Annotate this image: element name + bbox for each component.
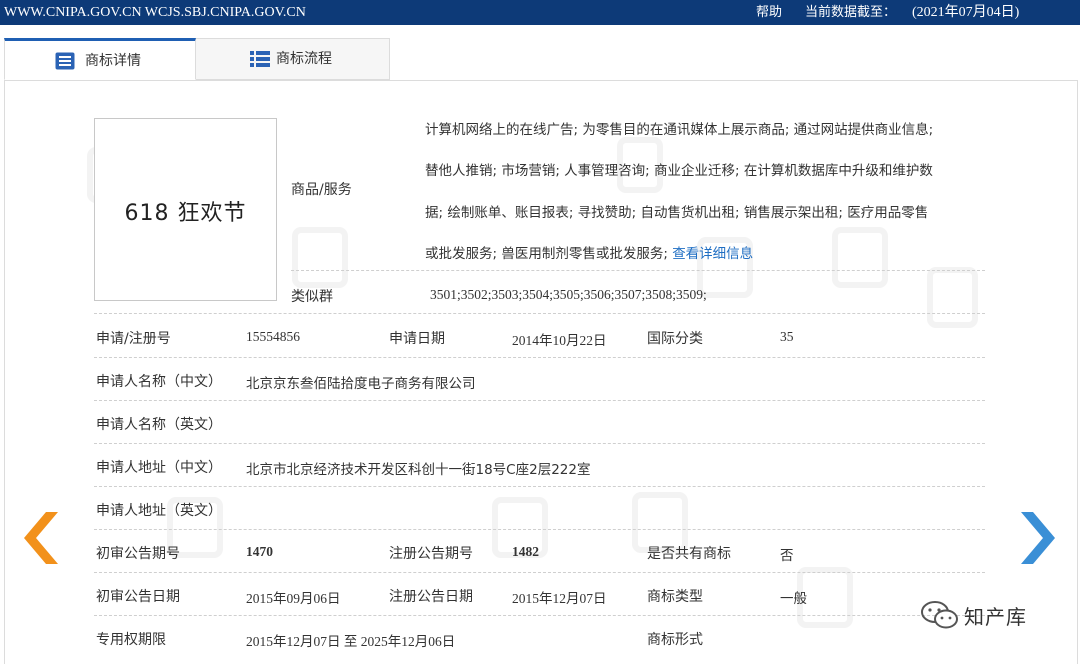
address-cn-value: 北京市北京经济技术开发区科创十一街18号C座2层222室 [246,462,591,478]
goods-line: 或批发服务; 兽医用制剂零售或批发服务; 查看详细信息 [425,242,753,262]
mark-type-label: 商标类型 [647,589,703,605]
previous-record-arrow-icon[interactable] [24,512,60,564]
intl-class-label: 国际分类 [647,331,703,347]
exclusive-period-label: 专用权期限 [96,632,166,648]
list-document-icon [55,52,75,70]
app-date-value: 2014年10月22日 [512,333,607,348]
applicant-en-label: 申请人名称（英文） [96,417,222,433]
divider [94,443,985,444]
app-date-label: 申请日期 [389,331,445,347]
list-icon [250,51,270,67]
intl-class-value: 35 [780,329,794,344]
goods-line: 据; 绘制账单、账目报表; 寻找赞助; 自动售货机出租; 销售展示架出租; 医疗… [425,205,929,221]
goods-services-label: 商品/服务 [291,182,352,198]
address-en-label: 申请人地址（英文） [96,503,222,519]
trademark-image: 618 狂欢节 [94,118,277,301]
similar-group-label: 类似群 [291,289,333,305]
mark-form-label: 商标形式 [647,632,703,648]
similar-group-value: 3501;3502;3503;3504;3505;3506;3507;3508;… [430,287,707,302]
prelim-date-value: 2015年09月06日 [246,591,341,606]
divider [94,529,985,530]
address-cn-label: 申请人地址（中文） [96,460,222,476]
prelim-no-value: 1470 [246,544,273,559]
divider [94,400,985,401]
data-as-of-label: 当前数据截至： [805,5,897,20]
prelim-no-label: 初审公告期号 [96,546,180,562]
tab-label: 商标详情 [85,53,141,69]
divider [94,572,985,573]
shared-label: 是否共有商标 [647,546,731,562]
view-details-link[interactable]: 查看详细信息 [672,246,753,262]
goods-line: 替他人推销; 市场营销; 人事管理咨询; 商业企业迁移; 在计算机数据库中升级和… [425,163,933,179]
site-url: WWW.CNIPA.GOV.CN WCJS.SBJ.CNIPA.GOV.CN [4,5,306,20]
divider [94,486,985,487]
help-link[interactable]: 帮助 [756,0,782,25]
data-as-of-date: (2021年07月04日) [912,5,1020,20]
tab-trademark-process[interactable]: 商标流程 [196,38,390,80]
goods-line-text: 或批发服务; 兽医用制剂零售或批发服务; [425,246,673,262]
tab-label: 商标流程 [276,51,332,67]
reg-pub-date-label: 注册公告日期 [389,589,473,605]
goods-line: 计算机网络上的在线广告; 为零售目的在通讯媒体上展示商品; 通过网站提供商业信息… [425,122,934,138]
reg-pub-no-label: 注册公告期号 [389,546,473,562]
reg-pub-no-value: 1482 [512,544,539,559]
tab-trademark-details[interactable]: 商标详情 [4,38,196,80]
divider [291,270,985,271]
applicant-cn-label: 申请人名称（中文） [96,374,222,390]
exclusive-period-value: 2015年12月07日 至 2025年12月06日 [246,634,456,649]
divider [94,313,985,314]
mark-type-value: 一般 [780,591,807,607]
brand-name: 知产库 [964,605,1027,629]
applicant-cn-value: 北京京东叁佰陆拾度电子商务有限公司 [246,376,476,392]
reg-pub-date-value: 2015年12月07日 [512,591,607,606]
top-bar: WWW.CNIPA.GOV.CN WCJS.SBJ.CNIPA.GOV.CN 帮… [0,0,1080,25]
divider [94,615,985,616]
reg-no-value: 15554856 [246,329,300,344]
wechat-icon [921,601,958,629]
divider [94,357,985,358]
shared-value: 否 [780,548,794,564]
next-record-arrow-icon[interactable] [1019,512,1055,564]
reg-no-label: 申请/注册号 [96,331,171,347]
prelim-date-label: 初审公告日期 [96,589,180,605]
trademark-text: 618 狂欢节 [124,201,247,226]
